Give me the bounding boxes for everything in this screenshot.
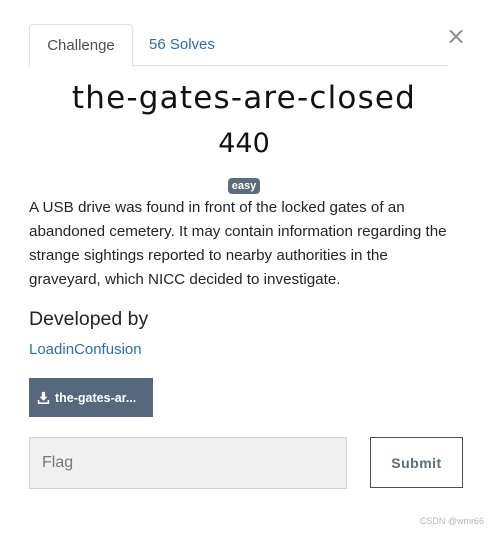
watermark: CSDN @wmr66 (419, 516, 484, 526)
tab-bar: Challenge 56 Solves (29, 24, 448, 67)
flag-input[interactable] (29, 437, 347, 489)
author-link[interactable]: LoadinConfusion (29, 341, 142, 358)
download-file-button[interactable]: the-gates-ar... (29, 378, 153, 417)
submit-button[interactable]: Submit (370, 437, 463, 488)
tab-solves[interactable]: 56 Solves (133, 24, 231, 66)
download-icon (37, 391, 50, 404)
tab-challenge[interactable]: Challenge (29, 24, 133, 67)
difficulty-badge-wrap: easy (0, 176, 488, 194)
challenge-description: A USB drive was found in front of the lo… (29, 199, 447, 288)
challenge-title: the-gates-are-closed (71, 80, 417, 116)
file-label: the-gates-ar... (55, 390, 137, 405)
developed-by-heading: Developed by (29, 308, 149, 330)
close-icon[interactable]: × (446, 24, 466, 48)
difficulty-badge: easy (227, 178, 261, 194)
challenge-modal: Challenge 56 Solves × the-gates-are-clos… (0, 0, 488, 533)
challenge-points: 440 (218, 128, 270, 159)
